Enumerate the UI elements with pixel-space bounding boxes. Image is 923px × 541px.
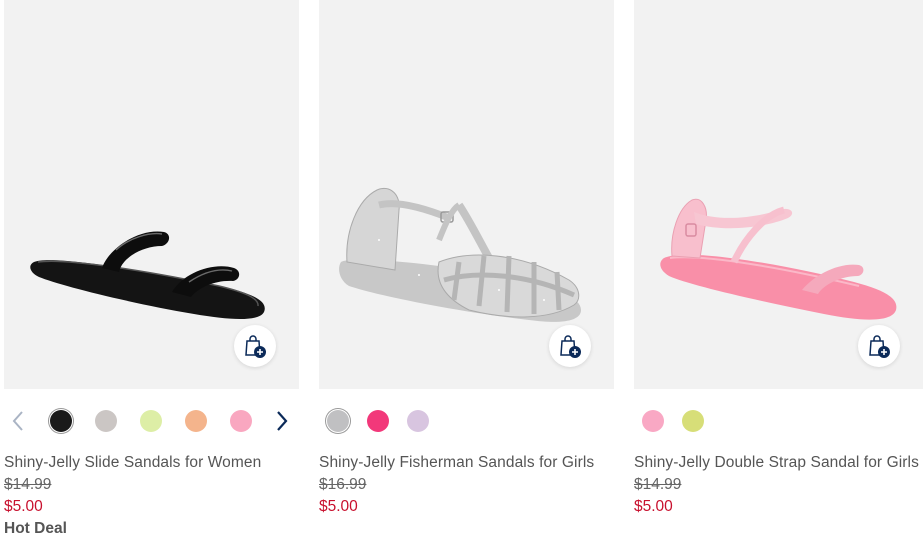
shopping-bag-plus-icon: [869, 335, 890, 358]
original-price: $14.99: [634, 476, 682, 493]
swatch-black[interactable]: [50, 410, 72, 432]
color-swatches: [319, 400, 614, 446]
sale-price: $5.00: [319, 498, 358, 515]
chevron-left-icon: [12, 411, 23, 431]
swatch-grey[interactable]: [95, 410, 117, 432]
swatch-pink[interactable]: [642, 410, 664, 432]
swatch-silver-glitter[interactable]: [327, 410, 349, 432]
sale-price: $5.00: [634, 498, 673, 515]
product-image[interactable]: [634, 0, 923, 389]
product-card[interactable]: Shiny-Jelly Fisherman Sandals for Girls …: [319, 0, 614, 518]
product-card[interactable]: Shiny-Jelly Double Strap Sandal for Girl…: [634, 0, 923, 518]
chevron-right-icon: [277, 411, 288, 431]
product-title[interactable]: Shiny-Jelly Double Strap Sandal for Girl…: [634, 452, 923, 474]
product-image[interactable]: [319, 0, 614, 389]
swatch-pink-glitter[interactable]: [367, 410, 389, 432]
color-swatches: [634, 400, 923, 446]
add-to-bag-button[interactable]: [858, 325, 900, 367]
swatch-lilac-glitter[interactable]: [407, 410, 429, 432]
swatch-prev-button[interactable]: [10, 409, 26, 433]
swatch-peach[interactable]: [185, 410, 207, 432]
product-image[interactable]: [4, 0, 299, 389]
swatch-lime[interactable]: [140, 410, 162, 432]
product-card[interactable]: Shiny-Jelly Slide Sandals for Women $14.…: [4, 0, 299, 540]
product-title[interactable]: Shiny-Jelly Slide Sandals for Women: [4, 452, 299, 474]
shopping-bag-plus-icon: [560, 335, 581, 358]
product-title[interactable]: Shiny-Jelly Fisherman Sandals for Girls: [319, 452, 614, 474]
add-to-bag-button[interactable]: [549, 325, 591, 367]
add-to-bag-button[interactable]: [234, 325, 276, 367]
color-swatches: [4, 400, 299, 446]
original-price: $16.99: [319, 476, 367, 493]
shopping-bag-plus-icon: [245, 335, 266, 358]
sale-price: $5.00: [4, 498, 43, 515]
swatch-yellow[interactable]: [682, 410, 704, 432]
original-price: $14.99: [4, 476, 52, 493]
promo-label: Hot Deal: [4, 520, 67, 537]
swatch-pink[interactable]: [230, 410, 252, 432]
swatch-next-button[interactable]: [274, 409, 290, 433]
